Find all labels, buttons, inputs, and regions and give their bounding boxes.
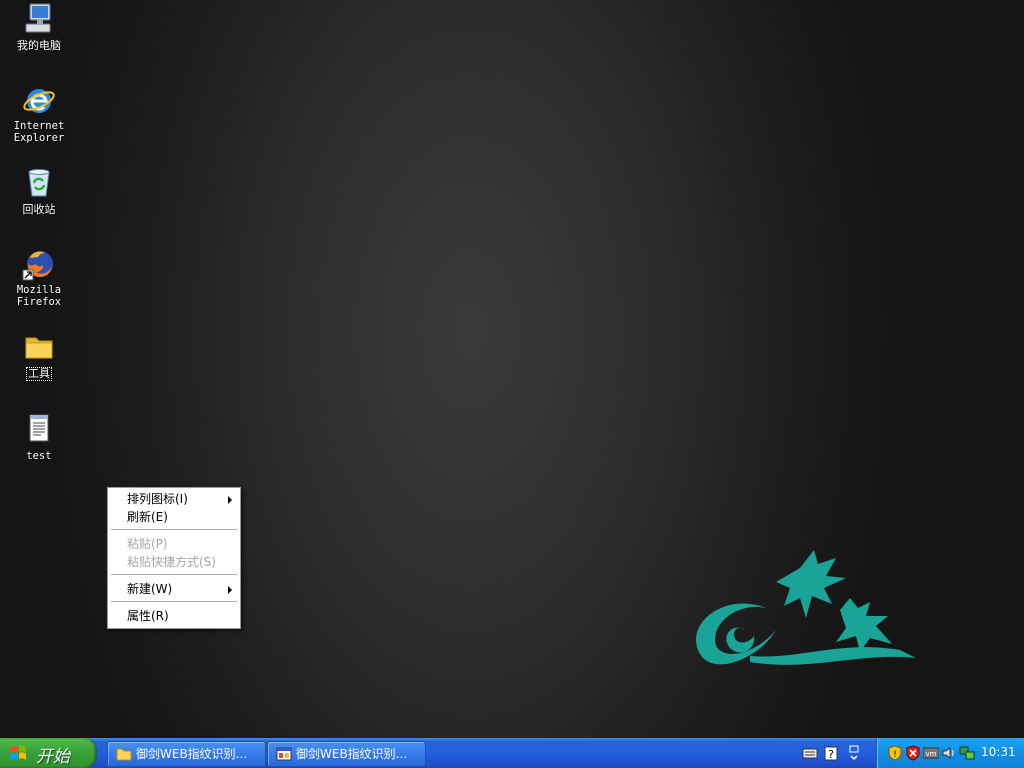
menu-separator	[111, 574, 237, 575]
menu-item-label: 属性(R)	[127, 609, 169, 623]
start-button[interactable]: 开始	[0, 738, 97, 768]
desktop-icon-tools-folder[interactable]: 工具	[6, 330, 72, 381]
vmware-tools-icon[interactable]: vm	[923, 745, 939, 761]
menu-item-label: 刷新(E)	[127, 510, 168, 524]
taskbar-task-folder[interactable]: 御剑WEB指纹识别...	[107, 741, 266, 767]
svg-text:!: !	[893, 750, 897, 760]
menu-item-label: 粘贴快捷方式(S)	[127, 555, 216, 569]
menu-item-refresh[interactable]: 刷新(E)	[110, 508, 238, 526]
desktop-context-menu: 排列图标(I) 刷新(E) 粘贴(P) 粘贴快捷方式(S) 新建(W) 属性(R…	[107, 487, 241, 629]
taskbar: 开始 御剑WEB指纹识别... 御剑WEB指纹识别... ? ! vm 10:3…	[0, 738, 1024, 768]
menu-separator	[111, 529, 237, 530]
task-label: 御剑WEB指纹识别...	[296, 747, 408, 761]
menu-item-label: 新建(W)	[127, 582, 173, 596]
menu-item-paste-shortcut: 粘贴快捷方式(S)	[110, 553, 238, 571]
volume-icon[interactable]	[941, 745, 957, 761]
system-clock[interactable]: 10:31	[981, 745, 1016, 759]
desktop-icon-my-computer[interactable]: 我的电脑	[6, 2, 72, 52]
text-document-icon	[22, 412, 56, 446]
security-shield-icon[interactable]: !	[887, 745, 903, 761]
menu-item-label: 排列图标(I)	[127, 492, 188, 506]
desktop-icon-recycle-bin[interactable]: 回收站	[6, 166, 72, 216]
taskbar-task-app[interactable]: 御剑WEB指纹识别...	[267, 741, 426, 767]
folder-icon	[116, 748, 132, 761]
desktop-icon-label: 工具	[26, 367, 52, 381]
desktop-icon-label: 回收站	[22, 203, 56, 216]
desktop-icon-label: Mozilla Firefox	[16, 284, 62, 308]
menu-separator	[111, 601, 237, 602]
submenu-arrow-icon	[228, 496, 232, 504]
submenu-arrow-icon	[228, 586, 232, 594]
menu-item-label: 粘贴(P)	[127, 537, 168, 551]
task-label: 御剑WEB指纹识别...	[136, 747, 248, 761]
windows-logo-icon	[10, 745, 26, 760]
desktop-icon-test-file[interactable]: test	[6, 412, 72, 462]
recycle-bin-icon	[22, 166, 56, 200]
system-tray: ! vm 10:31	[876, 738, 1024, 768]
folder-icon	[22, 330, 56, 364]
menu-item-arrange-icons[interactable]: 排列图标(I)	[110, 490, 238, 508]
my-computer-icon	[22, 2, 56, 36]
internet-explorer-icon	[22, 84, 56, 118]
desktop-icon-internet-explorer[interactable]: Internet Explorer	[6, 84, 72, 144]
keyboard-icon[interactable]	[802, 744, 818, 762]
desktop-icon-label: test	[26, 450, 52, 462]
svg-text:vm: vm	[926, 750, 937, 758]
desktop-icon-label: Internet Explorer	[13, 120, 65, 144]
start-label: 开始	[36, 747, 70, 767]
desktop-icon-label: 我的电脑	[17, 39, 61, 52]
network-icon[interactable]	[959, 745, 975, 761]
firefox-icon	[22, 248, 56, 282]
app-window-icon	[276, 747, 292, 761]
desktop[interactable]: 我的电脑 Internet Explorer 回收站 Mozilla Firef…	[0, 0, 1024, 738]
wallpaper-logo	[690, 540, 930, 680]
menu-item-new[interactable]: 新建(W)	[110, 580, 238, 598]
desktop-icon-firefox[interactable]: Mozilla Firefox	[6, 248, 72, 308]
help-icon[interactable]: ?	[823, 744, 839, 762]
menu-item-properties[interactable]: 属性(R)	[110, 607, 238, 625]
restore-language-bar-icon[interactable]	[846, 744, 862, 762]
svg-text:?: ?	[828, 748, 834, 761]
menu-item-paste: 粘贴(P)	[110, 535, 238, 553]
firewall-shield-icon[interactable]	[905, 745, 921, 761]
